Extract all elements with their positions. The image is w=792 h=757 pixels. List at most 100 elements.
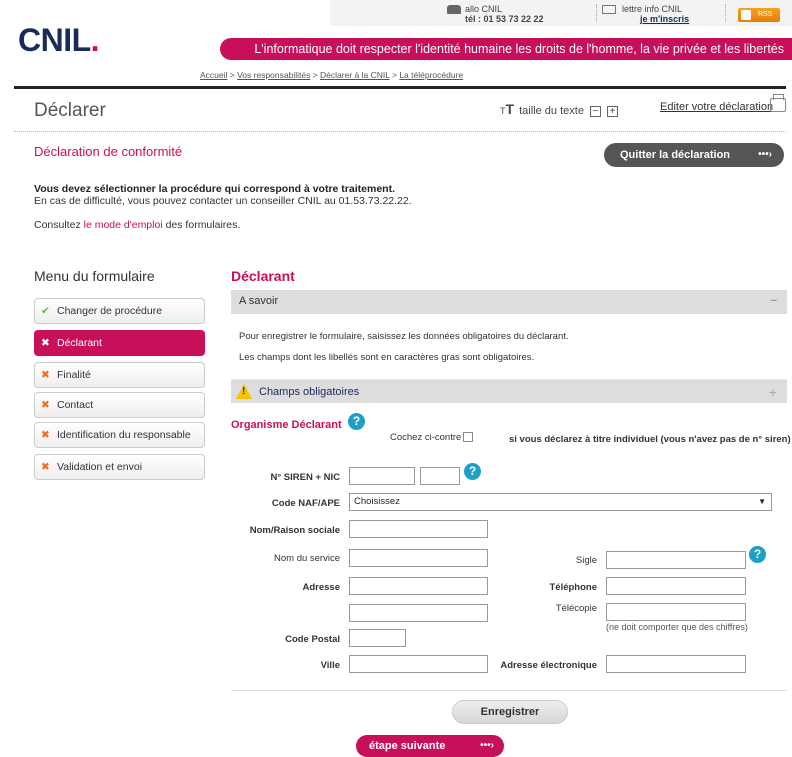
intro-contact: En cas de difficulté, vous pouvez contac… — [34, 195, 412, 207]
siren-label: N° SIREN + NIC — [270, 472, 340, 483]
arrow-right-icon: •••› — [758, 149, 772, 160]
help-icon[interactable]: ? — [348, 413, 365, 430]
breadcrumb-sep: > — [389, 70, 400, 80]
menu-item-validation[interactable]: ✖ Validation et envoi — [34, 454, 205, 480]
breadcrumb-declarer[interactable]: Déclarer à la CNIL — [320, 70, 390, 80]
check-icon: ✔ — [41, 305, 50, 317]
code-postal-input[interactable] — [349, 629, 406, 647]
individual-hint: si vous déclarez à titre individuel (vou… — [509, 434, 791, 445]
individual-checkbox[interactable] — [463, 432, 474, 443]
code-postal-label: Code Postal — [285, 634, 340, 645]
consult-suffix: des formulaires. — [162, 219, 241, 231]
nic-input[interactable] — [420, 467, 460, 485]
intro-bold: Vous devez sélectionner la procédure qui… — [34, 183, 395, 195]
sigle-label: Sigle — [575, 555, 597, 566]
champs-obligatoires-panel-header[interactable]: Champs obligatoires + — [231, 379, 787, 403]
allo-phone: tél : 01 53 73 22 22 — [465, 14, 544, 24]
a-savoir-line: Les champs dont les libellés sont en car… — [239, 352, 535, 363]
help-icon[interactable]: ? — [464, 463, 481, 480]
cnil-logo[interactable]: CNIL. — [18, 22, 100, 59]
menu-item-identification[interactable]: ✖ Identification du responsable — [34, 422, 205, 448]
adresse-label: Adresse — [302, 582, 341, 593]
rss-label: RSS — [758, 11, 773, 18]
menu-item-label: Déclarant — [57, 337, 102, 349]
email-input[interactable] — [606, 655, 746, 673]
quit-label: Quitter la déclaration — [620, 149, 731, 161]
slogan: L'informatique doit respecter l'identité… — [254, 42, 784, 56]
a-savoir-panel-header[interactable]: A savoir − — [231, 290, 787, 314]
menu-item-declarant[interactable]: ✖ Déclarant — [34, 330, 205, 356]
chevron-down-icon: ▼ — [758, 497, 766, 506]
breadcrumb-accueil[interactable]: Accueil — [200, 70, 227, 80]
consult-prefix: Consultez — [34, 219, 84, 231]
naf-select[interactable]: Choisissez ▼ — [349, 493, 772, 511]
breadcrumb-sep: > — [310, 70, 321, 80]
logo-dot: . — [90, 22, 100, 58]
text-size-increase-button[interactable]: + — [607, 105, 619, 117]
email-label: Adresse électronique — [500, 660, 597, 671]
mode-emploi-link[interactable]: le mode d'emploi — [84, 219, 163, 231]
champs-title: Champs obligatoires — [259, 386, 360, 398]
collapse-icon[interactable]: − — [771, 290, 777, 312]
telecopie-label: Télécopie — [555, 603, 597, 614]
quit-declaration-button[interactable]: Quitter la déclaration •••› — [604, 143, 784, 167]
breadcrumb-sep: > — [227, 70, 238, 80]
cross-icon: ✖ — [41, 369, 50, 381]
organisme-title: Organisme Déclarant — [231, 419, 342, 431]
menu-item-label: Identification du responsable — [57, 429, 191, 441]
individual-checkbox-row: Cochez ci-contre — [390, 432, 474, 443]
telephone-input[interactable] — [606, 577, 746, 595]
site-header: CNIL. allo CNIL tél : 01 53 73 22 22 let… — [0, 0, 792, 89]
menu-item-label: Changer de procédure — [57, 305, 163, 317]
naf-value: Choisissez — [354, 496, 400, 507]
menu-title: Menu du formulaire — [34, 268, 155, 284]
logo-text: CNIL — [18, 22, 91, 58]
ville-input[interactable] — [349, 655, 488, 673]
menu-item-label: Contact — [57, 399, 94, 411]
adresse-input-1[interactable] — [349, 577, 488, 595]
rss-button[interactable]: RSS — [738, 8, 780, 22]
declaration-title: Déclaration de conformité — [34, 144, 183, 159]
help-icon[interactable]: ? — [749, 546, 766, 563]
section-title: Déclarant — [231, 268, 295, 284]
nom-input[interactable] — [349, 520, 488, 538]
header-rule — [14, 86, 786, 89]
form-divider — [231, 690, 787, 691]
breadcrumb-teleprocedure[interactable]: La téléprocédure — [399, 70, 463, 80]
cross-icon: ✖ — [41, 429, 50, 441]
next-step-label: étape suivante — [369, 740, 446, 752]
arrow-right-icon: •••› — [480, 740, 494, 751]
cochez-label: Cochez ci-contre — [390, 432, 462, 443]
menu-item-changer-procedure[interactable]: ✔ Changer de procédure — [34, 298, 205, 324]
print-icon[interactable] — [770, 94, 786, 112]
menu-item-finalite[interactable]: ✖ Finalité — [34, 362, 205, 388]
telephone-icon — [447, 5, 461, 14]
edit-declaration-link[interactable]: Editer votre déclaration — [660, 101, 773, 113]
newsletter-block: lettre info CNIL je m'inscris — [602, 4, 689, 24]
slogan-band: L'informatique doit respecter l'identité… — [220, 38, 792, 60]
save-button[interactable]: Enregistrer — [452, 700, 568, 724]
menu-item-contact[interactable]: ✖ Contact — [34, 392, 205, 418]
adresse-input-2[interactable] — [349, 604, 488, 622]
siren-input[interactable] — [349, 467, 415, 485]
text-size-control: TT taille du texte − + — [500, 101, 619, 117]
a-savoir-title: A savoir — [239, 295, 279, 307]
breadcrumb-responsabilites[interactable]: Vos responsabilités — [237, 70, 310, 80]
newsletter-subscribe-link[interactable]: je m'inscris — [640, 14, 689, 24]
newsletter-title: lettre info CNIL — [622, 4, 683, 14]
nom-label: Nom/Raison sociale — [249, 525, 340, 536]
telecopie-input[interactable] — [606, 603, 746, 621]
rss-icon — [741, 10, 751, 20]
text-size-icon: TT — [500, 101, 515, 117]
top-strip — [330, 0, 792, 26]
warning-icon — [236, 384, 252, 399]
title-divider — [14, 131, 786, 132]
allo-title: allo CNIL — [465, 4, 503, 14]
sigle-input[interactable] — [606, 551, 746, 569]
divider — [596, 4, 597, 22]
next-step-button[interactable]: étape suivante •••› — [356, 735, 504, 757]
ville-label: Ville — [320, 660, 340, 671]
expand-icon[interactable]: + — [769, 380, 777, 404]
text-size-decrease-button[interactable]: − — [590, 105, 602, 117]
service-input[interactable] — [349, 549, 488, 567]
